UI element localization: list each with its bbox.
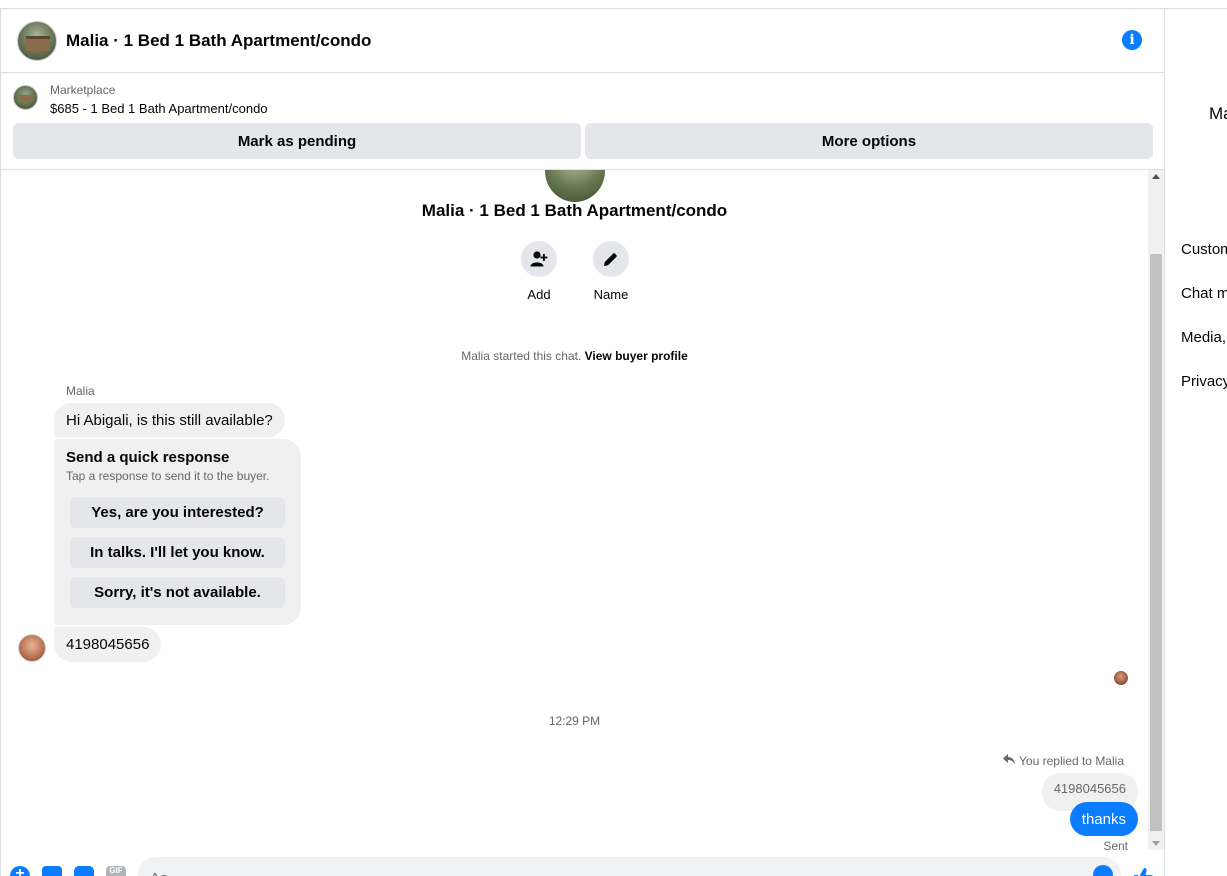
- sticker-icon[interactable]: [74, 866, 94, 876]
- message-list[interactable]: Malia · 1 Bed 1 Bath Apartment/condo Add…: [1, 170, 1148, 850]
- message-composer: + GIF Aa: [1, 850, 1165, 876]
- info-panel-item-media[interactable]: Media,: [1181, 329, 1226, 346]
- scroll-up-arrow-icon[interactable]: [1152, 174, 1160, 179]
- photo-icon[interactable]: [42, 866, 62, 876]
- view-buyer-profile-link[interactable]: View buyer profile: [585, 349, 688, 363]
- sender-name: Malia: [66, 384, 95, 398]
- listing-bar: Marketplace $685 - 1 Bed 1 Bath Apartmen…: [1, 73, 1165, 170]
- more-options-button[interactable]: More options: [585, 123, 1153, 159]
- sender-avatar[interactable]: [18, 634, 46, 662]
- quick-response-card: Send a quick response Tap a response to …: [54, 439, 301, 625]
- plus-icon[interactable]: +: [10, 866, 30, 876]
- add-person-icon: [521, 241, 557, 277]
- listing-source: Marketplace: [50, 83, 116, 97]
- name-button[interactable]: Name: [581, 241, 641, 302]
- conversation-info-panel: Ma Custom Chat m Media, Privacy: [1165, 9, 1227, 876]
- message-scrollbar[interactable]: [1148, 170, 1164, 850]
- top-border: [0, 0, 1227, 9]
- mark-as-pending-button[interactable]: Mark as pending: [13, 123, 581, 159]
- incoming-message[interactable]: Hi Abigali, is this still available?: [54, 403, 285, 437]
- listing-avatar[interactable]: [17, 20, 57, 61]
- thumbs-up-icon[interactable]: [1132, 866, 1154, 876]
- quick-response-subtitle: Tap a response to send it to the buyer.: [66, 469, 270, 483]
- info-icon[interactable]: i: [1122, 30, 1142, 50]
- messenger-app: Malia · 1 Bed 1 Bath Apartment/condo i M…: [0, 0, 1227, 876]
- name-label: Name: [593, 287, 629, 302]
- conversation-title: Malia · 1 Bed 1 Bath Apartment/condo: [421, 201, 728, 220]
- listing-actions: Mark as pending More options: [13, 123, 1153, 159]
- gif-icon[interactable]: GIF: [106, 866, 126, 876]
- scroll-down-arrow-icon[interactable]: [1152, 841, 1160, 846]
- message-status: Sent: [1103, 839, 1128, 850]
- incoming-message[interactable]: 4198045656: [54, 627, 162, 662]
- conversation-avatar: [545, 170, 605, 202]
- quick-response-option[interactable]: Sorry, it's not available.: [70, 577, 285, 608]
- chat-pane: Malia · 1 Bed 1 Bath Apartment/condo i M…: [0, 9, 1165, 876]
- quick-response-option[interactable]: Yes, are you interested?: [70, 497, 285, 528]
- quick-response-option[interactable]: In talks. I'll let you know.: [70, 537, 285, 568]
- listing-thumbnail[interactable]: [13, 85, 38, 110]
- info-panel-name: Ma: [1209, 104, 1227, 123]
- reply-arrow-icon: [1003, 753, 1016, 768]
- quick-response-title: Send a quick response: [66, 449, 230, 466]
- chat-title[interactable]: Malia · 1 Bed 1 Bath Apartment/condo: [66, 31, 371, 51]
- info-panel-item-chat-members[interactable]: Chat m: [1181, 285, 1227, 302]
- reply-indicator: You replied to Malia: [1003, 753, 1124, 768]
- info-panel-item-customize[interactable]: Custom: [1181, 241, 1227, 258]
- scroll-thumb[interactable]: [1150, 254, 1162, 831]
- info-panel-item-privacy[interactable]: Privacy: [1181, 373, 1227, 390]
- add-people-button[interactable]: Add: [509, 241, 569, 302]
- read-receipt-avatar: [1114, 671, 1128, 685]
- pencil-icon: [593, 241, 629, 277]
- message-timestamp: 12:29 PM: [548, 714, 601, 728]
- chat-header: Malia · 1 Bed 1 Bath Apartment/condo i: [1, 9, 1165, 73]
- add-label: Add: [527, 287, 551, 302]
- started-text: Malia started this chat.: [461, 349, 582, 363]
- listing-price-title[interactable]: $685 - 1 Bed 1 Bath Apartment/condo: [50, 101, 268, 116]
- message-input[interactable]: Aa: [138, 857, 1121, 876]
- reply-indicator-text: You replied to Malia: [1019, 753, 1124, 768]
- chat-started-notice: Malia started this chat. View buyer prof…: [1, 349, 1148, 363]
- outgoing-message[interactable]: thanks: [1069, 802, 1138, 836]
